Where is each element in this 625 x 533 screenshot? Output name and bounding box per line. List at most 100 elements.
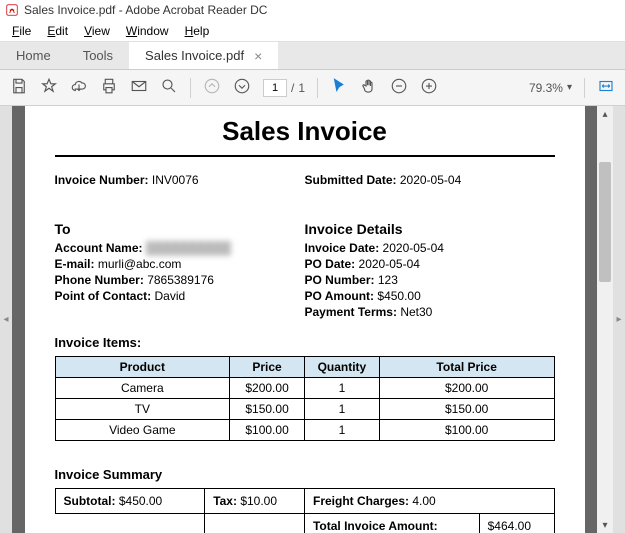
po-date: 2020-05-04 <box>359 257 420 271</box>
freight-label: Freight Charges: <box>313 494 409 508</box>
account-label: Account Name: <box>55 241 143 255</box>
page-current-input[interactable] <box>263 79 287 97</box>
vertical-scrollbar[interactable]: ▴ ▾ <box>597 106 613 533</box>
fit-width-icon[interactable] <box>597 77 615 98</box>
zoom-in-icon[interactable] <box>420 77 438 98</box>
close-icon[interactable]: × <box>254 48 262 64</box>
total-label: Total Invoice Amount: <box>304 514 479 533</box>
page-up-icon[interactable] <box>203 77 221 98</box>
po-amt: $450.00 <box>377 289 420 303</box>
page-total: 1 <box>298 81 305 95</box>
item-qty: 1 <box>304 378 379 399</box>
tax-label: Tax: <box>213 494 237 508</box>
menubar: File Edit View Window Help <box>0 20 625 42</box>
item-product: TV <box>55 399 230 420</box>
zoom-level[interactable]: 79.3% ▾ <box>529 81 572 95</box>
email: murli@abc.com <box>98 257 182 271</box>
poc-label: Point of Contact: <box>55 289 152 303</box>
items-table: Product Price Quantity Total Price Camer… <box>55 356 555 441</box>
inv-date-label: Invoice Date: <box>305 241 380 255</box>
item-total: $100.00 <box>379 420 554 441</box>
zoom-out-icon[interactable] <box>390 77 408 98</box>
scroll-track[interactable] <box>597 122 613 517</box>
item-price: $150.00 <box>230 399 305 420</box>
separator <box>190 78 191 98</box>
separator <box>584 78 585 98</box>
table-row: Camera $200.00 1 $200.00 <box>55 378 554 399</box>
cloud-icon[interactable] <box>70 77 88 98</box>
print-icon[interactable] <box>100 77 118 98</box>
invoice-number-label: Invoice Number: <box>55 173 149 187</box>
email-label: E-mail: <box>55 257 95 271</box>
phone: 7865389176 <box>147 273 214 287</box>
submitted-date: 2020-05-04 <box>400 173 461 187</box>
content-area: ◂ Sales Invoice Invoice Number: INV0076 … <box>0 106 625 533</box>
window-title: Sales Invoice.pdf - Adobe Acrobat Reader… <box>24 3 267 17</box>
submitted-date-label: Submitted Date: <box>305 173 397 187</box>
page-indicator: / 1 <box>263 79 305 97</box>
po-num: 123 <box>378 273 398 287</box>
search-icon[interactable] <box>160 77 178 98</box>
subtotal-label: Subtotal: <box>64 494 116 508</box>
menu-view[interactable]: View <box>76 24 118 38</box>
chevron-down-icon[interactable]: ▾ <box>567 82 572 93</box>
menu-window[interactable]: Window <box>118 24 177 38</box>
menu-help[interactable]: Help <box>177 24 218 38</box>
invoice-number: INV0076 <box>152 173 199 187</box>
right-panel-handle[interactable]: ▸ <box>613 106 625 533</box>
summary-heading: Invoice Summary <box>55 467 555 482</box>
th-qty: Quantity <box>304 357 379 378</box>
page-sep: / <box>291 81 294 95</box>
summary-table: Subtotal: $450.00 Tax: $10.00 Freight Ch… <box>55 488 555 533</box>
terms: Net30 <box>400 305 432 319</box>
tab-document[interactable]: Sales Invoice.pdf × <box>129 42 278 69</box>
freight: 4.00 <box>412 494 435 508</box>
left-panel-handle[interactable]: ◂ <box>0 106 12 533</box>
po-num-label: PO Number: <box>305 273 375 287</box>
tab-tools[interactable]: Tools <box>67 42 129 69</box>
scroll-thumb[interactable] <box>599 162 611 282</box>
details-heading: Invoice Details <box>305 221 555 237</box>
acrobat-icon <box>6 4 18 16</box>
item-total: $150.00 <box>379 399 554 420</box>
doc-title: Sales Invoice <box>55 116 555 147</box>
item-qty: 1 <box>304 399 379 420</box>
poc: David <box>155 289 186 303</box>
item-total: $200.00 <box>379 378 554 399</box>
save-icon[interactable] <box>10 77 28 98</box>
po-amt-label: PO Amount: <box>305 289 375 303</box>
toolbar: / 1 79.3% ▾ <box>0 70 625 106</box>
page-down-icon[interactable] <box>233 77 251 98</box>
document-viewport[interactable]: Sales Invoice Invoice Number: INV0076 Su… <box>12 106 597 533</box>
mail-icon[interactable] <box>130 77 148 98</box>
tab-home[interactable]: Home <box>0 42 67 69</box>
scroll-down-icon[interactable]: ▾ <box>597 517 613 533</box>
tax: $10.00 <box>240 494 277 508</box>
item-product: Camera <box>55 378 230 399</box>
subtotal: $450.00 <box>119 494 162 508</box>
to-heading: To <box>55 221 305 237</box>
th-product: Product <box>55 357 230 378</box>
item-qty: 1 <box>304 420 379 441</box>
pdf-page: Sales Invoice Invoice Number: INV0076 Su… <box>25 106 585 533</box>
menu-file[interactable]: File <box>4 24 39 38</box>
th-price: Price <box>230 357 305 378</box>
separator <box>317 78 318 98</box>
menu-edit[interactable]: Edit <box>39 24 76 38</box>
item-product: Video Game <box>55 420 230 441</box>
scroll-up-icon[interactable]: ▴ <box>597 106 613 122</box>
terms-label: Payment Terms: <box>305 305 397 319</box>
phone-label: Phone Number: <box>55 273 144 287</box>
tabbar: Home Tools Sales Invoice.pdf × <box>0 42 625 70</box>
total-amount: $464.00 <box>479 514 554 533</box>
star-icon[interactable] <box>40 77 58 98</box>
hand-icon[interactable] <box>360 77 378 98</box>
account-name: ██████████ <box>146 241 231 255</box>
item-price: $200.00 <box>230 378 305 399</box>
th-total: Total Price <box>379 357 554 378</box>
table-row: Video Game $100.00 1 $100.00 <box>55 420 554 441</box>
items-heading: Invoice Items: <box>55 335 555 350</box>
po-date-label: PO Date: <box>305 257 356 271</box>
table-row: TV $150.00 1 $150.00 <box>55 399 554 420</box>
pointer-icon[interactable] <box>330 77 348 98</box>
